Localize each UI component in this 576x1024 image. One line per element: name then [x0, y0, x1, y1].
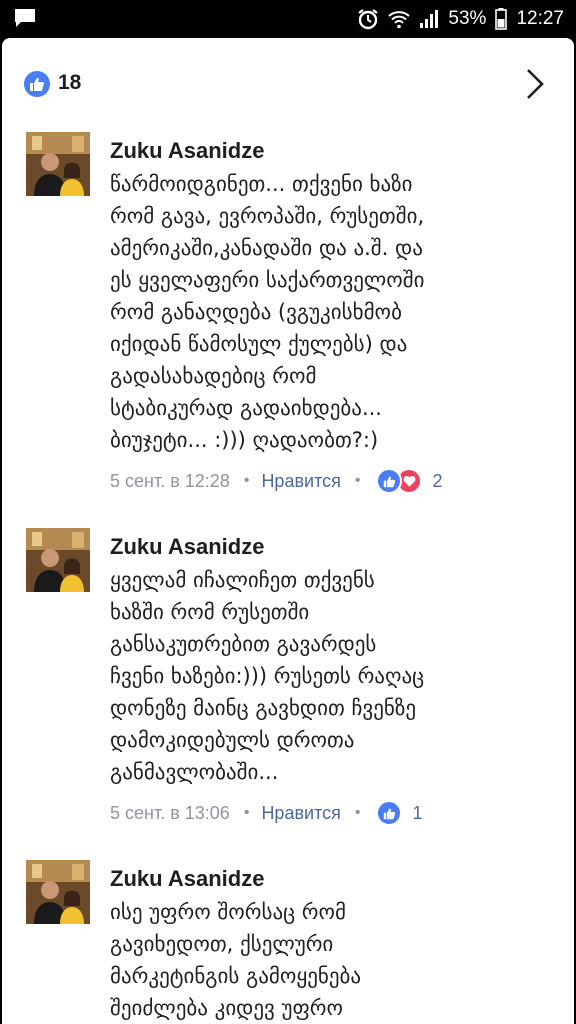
comment-author[interactable]: Zuku Asanidze — [110, 534, 264, 560]
comment-line: წარმოიდგინეთ... თქვენი ხაზი — [110, 172, 413, 196]
comment-author[interactable]: Zuku Asanidze — [110, 866, 264, 892]
comment: Zuku Asanidze ისე უფრო შორსაც რომ გავიხე… — [2, 860, 574, 1024]
comments-sheet: 18 Zuku Asanidze წარმოიდგინეთ... თქვენი … — [2, 38, 574, 1024]
comment-meta: 5 сент. в 12:28 • Нравится • 2 — [110, 466, 443, 496]
comment-line: დონეზე მაინც გავხდით ჩვენზე — [110, 696, 417, 720]
comment-line: რომ განაღდება (ვგუკისხმობ — [110, 300, 402, 324]
alarm-icon — [357, 8, 379, 30]
comment-line: დამოკიდებულს დროთა — [110, 728, 355, 752]
comment-line: იქიდან წამოსულ ქულებს) და — [110, 332, 408, 356]
clock: 12:27 — [516, 8, 564, 29]
signal-icon — [419, 9, 439, 29]
comment-line: ეს ყველაფერი საქართველოში — [110, 268, 425, 292]
separator-dot: • — [354, 472, 361, 489]
comment-line: ჩვენი ხაზები:))) რუსეთს რაღაც — [110, 664, 425, 688]
battery-percent: 53% — [448, 8, 487, 29]
reaction-total-count: 18 — [58, 71, 82, 94]
comment-line: ყველამ იჩალიჩეთ თქვენს — [110, 568, 375, 592]
comment-line: შეიძლება კიდევ უფრო — [110, 996, 343, 1020]
comment: Zuku Asanidze ყველამ იჩალიჩეთ თქვენს ხაზ… — [2, 528, 574, 838]
separator-dot: • — [243, 804, 250, 821]
comment-reaction-count[interactable]: 2 — [432, 471, 442, 492]
comment-line: სტაბიკურად გადაიხდება... — [110, 396, 382, 420]
avatar[interactable] — [26, 132, 90, 196]
comment-body: ყველამ იჩალიჩეთ თქვენს ხაზში რომ რუსეთში… — [110, 564, 560, 788]
comment-line: ხაზში რომ რუსეთში — [110, 600, 310, 624]
comment-body: ისე უფრო შორსაც რომ გავიხედოთ, ქსელური მ… — [110, 896, 560, 1024]
comment-line: გადასახადებიც რომ — [110, 364, 317, 388]
like-icon — [24, 71, 50, 97]
like-button[interactable]: Нравится — [261, 471, 340, 492]
like-icon — [376, 468, 403, 494]
chevron-right-icon[interactable] — [522, 66, 546, 102]
separator-dot: • — [243, 472, 250, 489]
comment-reaction-count[interactable]: 1 — [412, 803, 422, 824]
comment-line: განსაკუთრებით გავარდეს — [110, 632, 377, 656]
comment-body: წარმოიდგინეთ... თქვენი ხაზი რომ გავა, ევ… — [110, 168, 560, 456]
comment-reactions[interactable] — [376, 468, 423, 494]
comment-line: ბიუჯეტი... :))) ღადაობთ?:) — [110, 428, 379, 452]
comment-line: მარკეტინგის გამოყენება — [110, 964, 362, 988]
reactions-summary-bar[interactable]: 18 — [2, 38, 574, 128]
battery-icon — [495, 8, 508, 30]
wifi-icon — [388, 9, 411, 29]
like-icon — [376, 800, 403, 826]
separator-dot: • — [354, 804, 361, 821]
message-notification-icon — [14, 8, 36, 28]
comment-line: რომ გავა, ევროპაში, რუსეთში, — [110, 204, 425, 228]
comment-reactions[interactable] — [376, 800, 403, 826]
comment-timestamp[interactable]: 5 сент. в 13:06 — [110, 803, 230, 824]
comment-meta: 5 сент. в 13:06 • Нравится • 1 — [110, 798, 423, 828]
comment: Zuku Asanidze წარმოიდგინეთ... თქვენი ხაზ… — [2, 132, 574, 502]
avatar[interactable] — [26, 860, 90, 924]
comment-timestamp[interactable]: 5 сент. в 12:28 — [110, 471, 230, 492]
comment-line: განმავლობაში... — [110, 760, 279, 784]
status-bar: 53% 12:27 — [0, 0, 576, 38]
avatar[interactable] — [26, 528, 90, 592]
comment-author[interactable]: Zuku Asanidze — [110, 138, 264, 164]
comment-line: გავიხედოთ, ქსელური — [110, 932, 334, 956]
comment-line: ამერიკაში,კანადაში და ა.შ. და — [110, 236, 423, 260]
comment-line: ისე უფრო შორსაც რომ — [110, 900, 346, 924]
like-button[interactable]: Нравится — [261, 803, 340, 824]
